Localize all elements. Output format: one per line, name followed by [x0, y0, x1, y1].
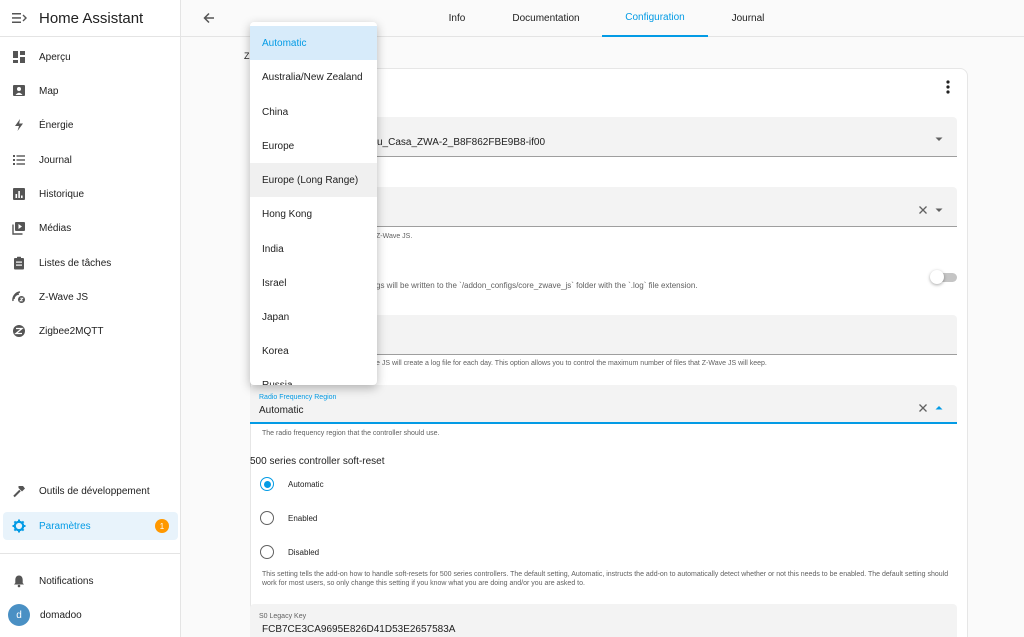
radio-button[interactable] [260, 477, 274, 491]
chevron-down-icon[interactable] [934, 131, 944, 149]
sidebar: Home Assistant Aperçu Map Énergie Journa… [0, 0, 181, 637]
dropdown-option-automatic[interactable]: Automatic [250, 26, 377, 60]
sidebar-item-label: Historique [39, 188, 85, 200]
sidebar-item-label: Listes de tâches [39, 257, 112, 269]
sidebar-item-label: Paramètres [39, 520, 91, 532]
region-dropdown-menu: Automatic Australia/New Zealand China Eu… [250, 22, 377, 385]
more-vert-icon[interactable] [946, 80, 950, 99]
dropdown-option-hong-kong[interactable]: Hong Kong [250, 197, 377, 231]
chart-icon [11, 186, 27, 202]
sidebar-item-map[interactable]: Map [3, 77, 178, 105]
zwave-icon [11, 289, 27, 305]
sidebar-header: Home Assistant [0, 0, 180, 37]
sidebar-divider [0, 553, 181, 554]
sidebar-item-apercu[interactable]: Aperçu [3, 43, 178, 71]
sidebar-item-label: Z-Wave JS [39, 291, 89, 303]
sidebar-item-label: Énergie [39, 119, 74, 131]
sidebar-item-label: Map [39, 85, 59, 97]
dropdown-option-china[interactable]: China [250, 95, 377, 129]
gear-icon [11, 518, 27, 534]
chevron-up-icon[interactable] [934, 400, 944, 418]
zigbee-icon [11, 323, 27, 339]
media-icon [11, 220, 27, 236]
dropdown-option-europe-long-range[interactable]: Europe (Long Range) [250, 163, 377, 197]
tab-info[interactable]: Info [436, 0, 478, 37]
helper-text: Z-Wave JS. [376, 233, 413, 240]
sidebar-item-label: Aperçu [39, 51, 71, 63]
tab-configuration[interactable]: Configuration [602, 0, 708, 37]
close-icon[interactable] [918, 202, 928, 220]
radio-frequency-region-select[interactable]: Radio Frequency Region Automatic [250, 385, 957, 424]
sidebar-item-user[interactable]: d domadoo [3, 601, 178, 629]
dropdown-option-israel[interactable]: Israel [250, 266, 377, 300]
radio-enabled[interactable]: Enabled [260, 508, 317, 528]
tab-documentation[interactable]: Documentation [501, 0, 591, 37]
sidebar-item-label: Zigbee2MQTT [39, 325, 104, 337]
field-label: S0 Legacy Key [259, 613, 307, 620]
dropdown-option-korea[interactable]: Korea [250, 334, 377, 368]
tab-journal[interactable]: Journal [721, 0, 775, 37]
dropdown-option-australia-new-zealand[interactable]: Australia/New Zealand [250, 60, 377, 94]
user-name: domadoo [40, 609, 82, 621]
helper-text: gs will be written to the `/addon_config… [376, 281, 698, 290]
sidebar-item-energie[interactable]: Énergie [3, 111, 178, 139]
dropdown-option-japan[interactable]: Japan [250, 300, 377, 334]
helper-text: e JS will create a log file for each day… [376, 360, 767, 367]
radio-button[interactable] [260, 545, 274, 559]
list-icon [11, 152, 27, 168]
radio-automatic[interactable]: Automatic [260, 474, 324, 494]
log-to-file-toggle[interactable] [930, 270, 957, 284]
field-label: Radio Frequency Region [259, 394, 337, 401]
sidebar-item-parametres[interactable]: Paramètres 1 [3, 512, 178, 540]
notification-badge: 1 [155, 519, 169, 533]
bell-icon [11, 573, 27, 589]
clipboard-icon [11, 255, 27, 271]
map-icon [11, 83, 27, 99]
dropdown-option-india[interactable]: India [250, 232, 377, 266]
section-heading: Z [244, 51, 250, 61]
sidebar-item-label: Outils de développement [39, 485, 150, 497]
s0-legacy-key-field[interactable]: S0 Legacy Key FCB7CE3CA9695E826D41D53E26… [250, 604, 957, 637]
sidebar-item-zwave-js[interactable]: Z-Wave JS [3, 283, 178, 311]
radio-label: Enabled [288, 513, 318, 523]
back-arrow-icon[interactable] [201, 10, 217, 26]
dropdown-option-russia[interactable]: Russia [250, 368, 377, 386]
radio-button[interactable] [260, 511, 274, 525]
sidebar-item-label: Journal [39, 154, 72, 166]
radio-label: Automatic [288, 479, 324, 489]
s0-key-value: FCB7CE3CA9695E826D41D53E2657583A [262, 624, 456, 635]
sidebar-item-listes-de-taches[interactable]: Listes de tâches [3, 249, 178, 277]
sidebar-item-medias[interactable]: Médias [3, 214, 178, 242]
sidebar-item-dev-tools[interactable]: Outils de développement [3, 477, 178, 505]
sidebar-item-label: Notifications [39, 575, 94, 587]
dashboard-icon [11, 49, 27, 65]
hammer-icon [11, 483, 27, 499]
sidebar-item-journal[interactable]: Journal [3, 146, 178, 174]
toggle-thumb [930, 270, 944, 284]
avatar: d [8, 604, 30, 626]
sidebar-item-historique[interactable]: Historique [3, 180, 178, 208]
menu-icon[interactable] [11, 11, 27, 25]
device-value: u_Casa_ZWA-2_B8F862FBE9B8-if00 [377, 137, 546, 148]
chevron-down-icon[interactable] [934, 202, 944, 220]
helper-text: This setting tells the add-on how to han… [262, 571, 949, 587]
soft-reset-title: 500 series controller soft-reset [250, 456, 385, 467]
dropdown-option-europe[interactable]: Europe [250, 129, 377, 163]
app-title: Home Assistant [39, 9, 144, 27]
radio-disabled[interactable]: Disabled [260, 542, 319, 562]
sidebar-item-label: Médias [39, 222, 72, 234]
lightning-icon [11, 117, 27, 133]
close-icon[interactable] [918, 400, 928, 418]
sidebar-item-notifications[interactable]: Notifications [3, 567, 178, 595]
helper-text: The radio frequency region that the cont… [262, 430, 440, 437]
radio-label: Disabled [288, 547, 320, 557]
sidebar-item-zigbee2mqtt[interactable]: Zigbee2MQTT [3, 317, 178, 345]
region-value: Automatic [259, 405, 304, 416]
